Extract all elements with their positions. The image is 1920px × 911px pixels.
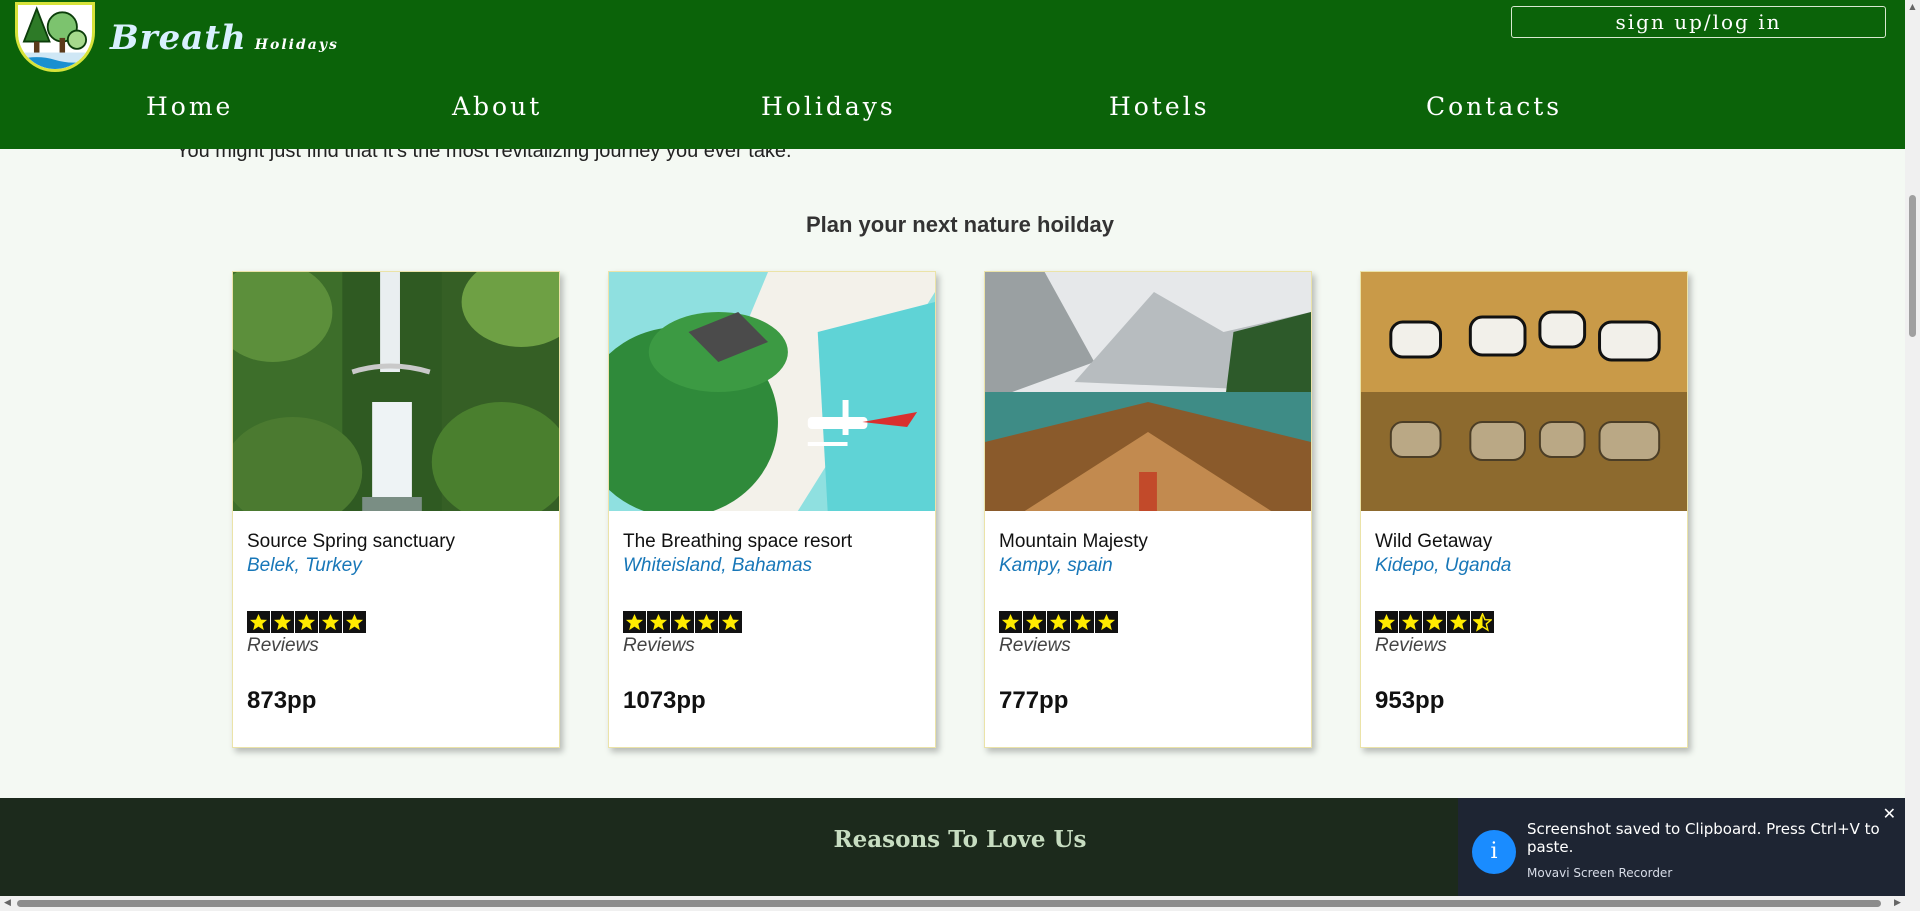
star-icon [343, 611, 366, 633]
horizontal-scrollbar-thumb[interactable] [17, 900, 1881, 907]
logo-trees-icon[interactable] [15, 2, 95, 72]
horizontal-scrollbar[interactable]: ◀ ▶ [0, 896, 1920, 911]
main-nav: Home About Holidays Hotels Contacts [0, 92, 1905, 128]
star-icon [295, 611, 318, 633]
vertical-scrollbar-thumb[interactable] [1909, 195, 1916, 337]
holiday-card[interactable]: Wild Getaway Kidepo, Uganda Reviews 953p… [1360, 271, 1688, 748]
scroll-right-arrow-icon[interactable]: ▶ [1890, 896, 1905, 911]
holiday-card[interactable]: Mountain Majesty Kampy, spain Reviews 77… [984, 271, 1312, 748]
nav-holidays[interactable]: Holidays [761, 92, 896, 121]
card-image-waterfall [233, 272, 559, 511]
info-icon: i [1472, 830, 1516, 874]
card-title: Source Spring sanctuary [247, 531, 456, 552]
nav-about[interactable]: About [452, 92, 542, 121]
reviews-link[interactable]: Reviews [247, 635, 545, 657]
scroll-left-arrow-icon[interactable]: ◀ [0, 896, 15, 911]
vertical-scrollbar[interactable]: ▲ [1905, 0, 1920, 896]
brand-logo[interactable]: Breath Holidays [110, 18, 339, 58]
section-title: Plan your next nature hoilday [805, 212, 1115, 237]
signup-login-button[interactable]: sign up/log in [1511, 6, 1886, 38]
star-rating [623, 611, 921, 633]
reviews-link[interactable]: Reviews [623, 635, 921, 657]
star-icon [1399, 611, 1422, 633]
star-icon [623, 611, 646, 633]
half-star-icon [1471, 611, 1494, 633]
star-icon [1447, 611, 1470, 633]
card-location[interactable]: Kidepo, Uganda [1375, 555, 1673, 577]
screenshot-notification[interactable]: ✕ i Screenshot saved to Clipboard. Press… [1458, 798, 1908, 900]
star-icon [1423, 611, 1446, 633]
card-price: 777pp [999, 687, 1069, 714]
notification-app-name: Movavi Screen Recorder [1527, 866, 1673, 880]
reviews-link[interactable]: Reviews [999, 635, 1297, 657]
holiday-card[interactable]: Source Spring sanctuary Belek, Turkey Re… [232, 271, 560, 748]
star-icon [1047, 611, 1070, 633]
brand-subtitle: Holidays [254, 37, 339, 53]
star-icon [1023, 611, 1046, 633]
card-image-mountain-lake-boat [985, 272, 1311, 511]
card-location[interactable]: Belek, Turkey [247, 555, 545, 577]
card-location[interactable]: Kampy, spain [999, 555, 1297, 577]
card-price: 953pp [1375, 687, 1445, 714]
card-location[interactable]: Whiteisland, Bahamas [623, 555, 921, 577]
brand-name: Breath [110, 18, 247, 58]
star-icon [271, 611, 294, 633]
nav-contacts[interactable]: Contacts [1426, 92, 1562, 121]
notification-message: Screenshot saved to Clipboard. Press Ctr… [1527, 820, 1880, 856]
star-icon [999, 611, 1022, 633]
star-icon [319, 611, 342, 633]
card-price: 1073pp [623, 687, 706, 714]
star-icon [719, 611, 742, 633]
star-rating [999, 611, 1297, 633]
star-rating [1375, 611, 1673, 633]
star-icon [247, 611, 270, 633]
nav-hotels[interactable]: Hotels [1109, 92, 1210, 121]
star-icon [647, 611, 670, 633]
star-icon [1071, 611, 1094, 633]
star-rating [247, 611, 545, 633]
card-image-zebras [1361, 272, 1687, 511]
reviews-link[interactable]: Reviews [1375, 635, 1673, 657]
star-icon [695, 611, 718, 633]
star-icon [671, 611, 694, 633]
scroll-up-arrow-icon[interactable]: ▲ [1905, 0, 1920, 14]
star-icon [1095, 611, 1118, 633]
card-title: Wild Getaway [1375, 531, 1493, 552]
card-price: 873pp [247, 687, 317, 714]
card-title: Mountain Majesty [999, 531, 1148, 552]
nav-home[interactable]: Home [146, 92, 233, 121]
holiday-card[interactable]: The Breathing space resort Whiteisland, … [608, 271, 936, 748]
card-image-beach-seaplane [609, 272, 935, 511]
card-title: The Breathing space resort [623, 531, 853, 552]
site-header: Breath Holidays sign up/log in Home About… [0, 0, 1905, 149]
star-icon [1375, 611, 1398, 633]
